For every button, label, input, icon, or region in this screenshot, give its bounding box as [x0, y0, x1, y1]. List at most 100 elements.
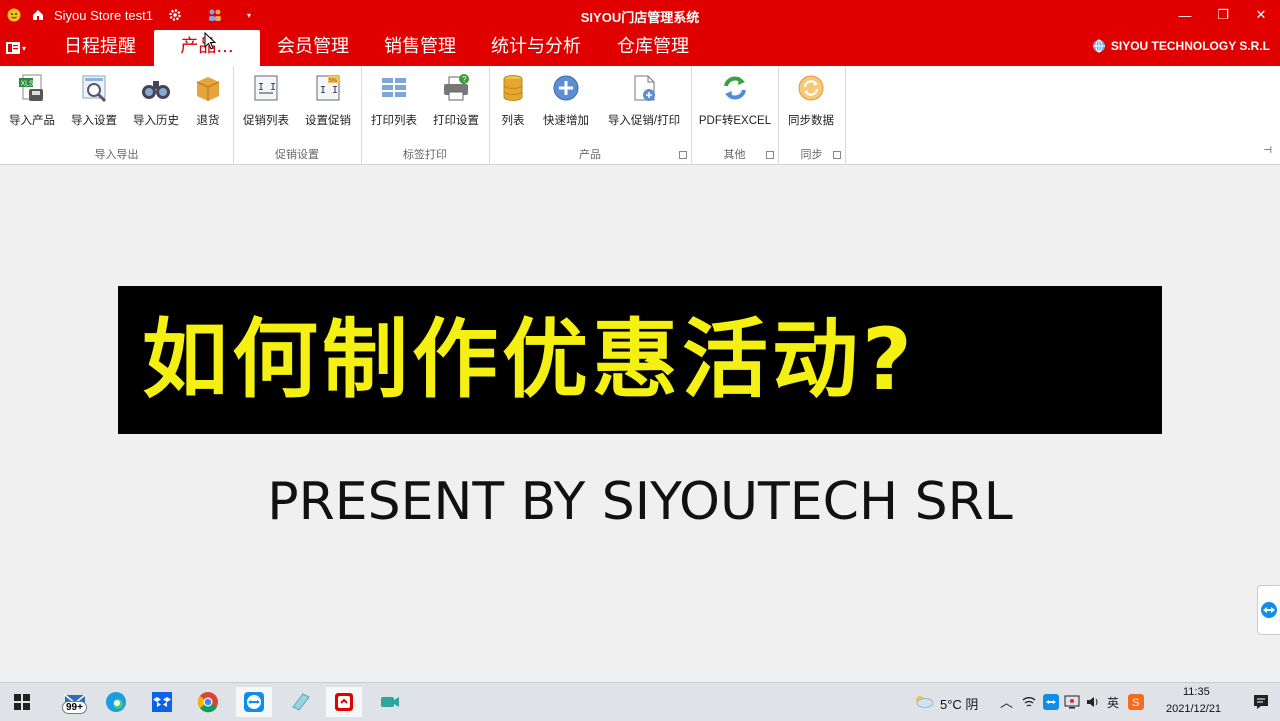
group-launcher-sync[interactable] — [833, 151, 841, 159]
group-launcher-products[interactable] — [679, 151, 687, 159]
tab-statistics[interactable]: 统计与分析 — [491, 30, 581, 66]
group-label-other: 其他 — [723, 149, 746, 161]
tab-members[interactable]: 会员管理 — [277, 30, 349, 66]
excel-import-icon: XLS — [17, 72, 47, 104]
pdf-to-excel-button[interactable]: PDF转EXCEL — [697, 72, 773, 130]
system-tray: 5°C 阴 ︿ 英 S 11:35 2021/12/21 — [900, 683, 1280, 721]
ribbon-pin-icon[interactable]: ⊣ — [1263, 145, 1272, 156]
svg-text:S: S — [1132, 697, 1139, 709]
video-camera-icon — [381, 697, 399, 707]
store-name: Siyou Store test1 — [54, 7, 153, 23]
import-products-button[interactable]: XLS 导入产品 — [2, 72, 62, 130]
group-label-products: 产品 — [579, 149, 601, 161]
tab-sales[interactable]: 销售管理 — [384, 30, 456, 66]
print-settings-button[interactable]: ? 打印设置 — [426, 72, 486, 130]
clock-time[interactable]: 11:35 — [1183, 686, 1210, 698]
group-label-label-print: 标签打印 — [403, 149, 447, 161]
quick-add-button[interactable]: 快速增加 — [536, 72, 596, 130]
svg-text:英: 英 — [1107, 696, 1119, 710]
weather-text[interactable]: 5°C 阴 — [940, 694, 978, 713]
title-bar: Siyou Store test1 ▾ SIYOU门店管理系统 — ❐ ✕ — [0, 0, 1280, 30]
set-promotion-button[interactable]: 5% I I 设置促销 — [298, 72, 358, 130]
monitor-tray-icon[interactable] — [1064, 694, 1080, 710]
document-add-icon — [629, 72, 659, 104]
app-menu-button[interactable]: ▾ — [6, 38, 42, 58]
menu-bar: ▾ 日程提醒 产品... 会员管理 销售管理 统计与分析 仓库管理 SIYOU … — [0, 30, 1280, 66]
edge-icon — [106, 692, 126, 712]
import-history-button[interactable]: 导入历史 — [126, 72, 186, 130]
sync-data-button[interactable]: 同步数据 — [781, 72, 841, 130]
input-method-icon[interactable]: 英 — [1106, 694, 1122, 710]
product-list-button[interactable]: 列表 — [483, 72, 543, 130]
restore-button[interactable]: ❐ — [1204, 0, 1242, 30]
tray-overflow-chevron-icon[interactable]: ︿ — [1000, 692, 1013, 711]
title-bar-left: Siyou Store test1 ▾ — [6, 6, 257, 24]
chrome-button[interactable] — [190, 687, 226, 717]
minimize-button[interactable]: — — [1166, 0, 1204, 30]
ribbon-group-import-export: XLS 导入产品 导入设置 导入历史 退货 导入导出 — [0, 66, 234, 164]
ribbon-group-products: 列表 快速增加 导入促销/打印 产品 — [489, 66, 692, 164]
teamviewer-tray-icon[interactable] — [1043, 694, 1059, 710]
taskbar: 99+ 5°C 阴 ︿ 英 S 11:35 2021/12/21 — [0, 682, 1280, 721]
promotion-list-button[interactable]: I I 促销列表 — [236, 72, 296, 130]
meeting-app-button[interactable] — [372, 687, 408, 717]
users-icon[interactable] — [207, 7, 223, 23]
tab-warehouse[interactable]: 仓库管理 — [617, 30, 689, 66]
ribbon-group-promotions: I I 促销列表 5% I I 设置促销 促销设置 — [233, 66, 362, 164]
brand-name: SIYOU TECHNOLOGY S.R.L — [1110, 39, 1270, 53]
globe-icon — [1092, 39, 1105, 53]
promotion-list-icon: I I — [251, 72, 281, 104]
group-launcher-other[interactable] — [766, 151, 774, 159]
banner-text: 如何制作优惠活动? — [142, 310, 916, 410]
svg-text:XLS: XLS — [21, 81, 35, 88]
siyou-app-icon — [335, 693, 353, 711]
print-list-button[interactable]: 打印列表 — [364, 72, 424, 130]
windows-icon — [14, 694, 30, 710]
svg-text:I I: I I — [320, 85, 338, 96]
ribbon-group-other: PDF转EXCEL 其他 — [691, 66, 779, 164]
notification-center-icon[interactable] — [1252, 693, 1270, 711]
database-icon — [498, 72, 528, 104]
dropbox-icon — [152, 692, 172, 712]
volume-icon[interactable] — [1085, 694, 1101, 710]
teamviewer-taskbar-button[interactable] — [236, 687, 272, 717]
brand: SIYOU TECHNOLOGY S.R.L — [1092, 39, 1270, 53]
start-button[interactable] — [4, 687, 40, 717]
ribbon: XLS 导入产品 导入设置 导入历史 退货 导入导出 I I 促销列表 5% I… — [0, 66, 1280, 165]
teamviewer-side-widget[interactable] — [1257, 585, 1280, 635]
wifi-icon[interactable] — [1022, 695, 1036, 709]
mail-badge: 99+ — [62, 701, 87, 714]
import-settings-button[interactable]: 导入设置 — [64, 72, 124, 130]
svg-text:I I: I I — [258, 82, 276, 93]
returns-button[interactable]: 退货 — [178, 72, 238, 130]
import-promotion-print-button[interactable]: 导入促销/打印 — [608, 72, 680, 130]
main-content: 如何制作优惠活动? PRESENT BY SIYOUTECH SRL — [0, 165, 1280, 682]
teamviewer-taskbar-icon — [244, 692, 264, 712]
siyou-app-button[interactable] — [326, 687, 362, 717]
convert-arrows-icon — [720, 72, 750, 104]
teamviewer-icon — [1261, 602, 1277, 618]
quick-access-dropdown-icon[interactable]: ▾ — [241, 7, 257, 23]
svg-text:5%: 5% — [329, 78, 337, 84]
clock-date[interactable]: 2021/12/21 — [1166, 703, 1221, 715]
smiley-icon[interactable] — [6, 7, 22, 23]
edge-button[interactable] — [98, 687, 134, 717]
binoculars-icon — [141, 72, 171, 104]
ribbon-group-label-print: 打印列表 ? 打印设置 标签打印 — [361, 66, 490, 164]
dropbox-button[interactable] — [144, 687, 180, 717]
promotion-percent-icon: 5% I I — [313, 72, 343, 104]
sogou-ime-icon[interactable]: S — [1128, 694, 1144, 710]
presenter-caption: PRESENT BY SIYOUTECH SRL — [267, 472, 1013, 532]
ribbon-group-sync: 同步数据 同步 — [778, 66, 846, 164]
notes-app-button[interactable] — [282, 687, 318, 717]
group-label-promotions: 促销设置 — [275, 149, 319, 161]
store-icon — [30, 7, 46, 23]
gear-icon[interactable] — [167, 7, 183, 23]
tab-schedule[interactable]: 日程提醒 — [64, 30, 136, 66]
chrome-icon — [198, 692, 218, 713]
sync-icon — [796, 72, 826, 104]
close-button[interactable]: ✕ — [1242, 0, 1280, 30]
mail-app-button[interactable]: 99+ — [56, 687, 96, 717]
box-icon — [193, 72, 223, 104]
print-list-icon — [379, 72, 409, 104]
